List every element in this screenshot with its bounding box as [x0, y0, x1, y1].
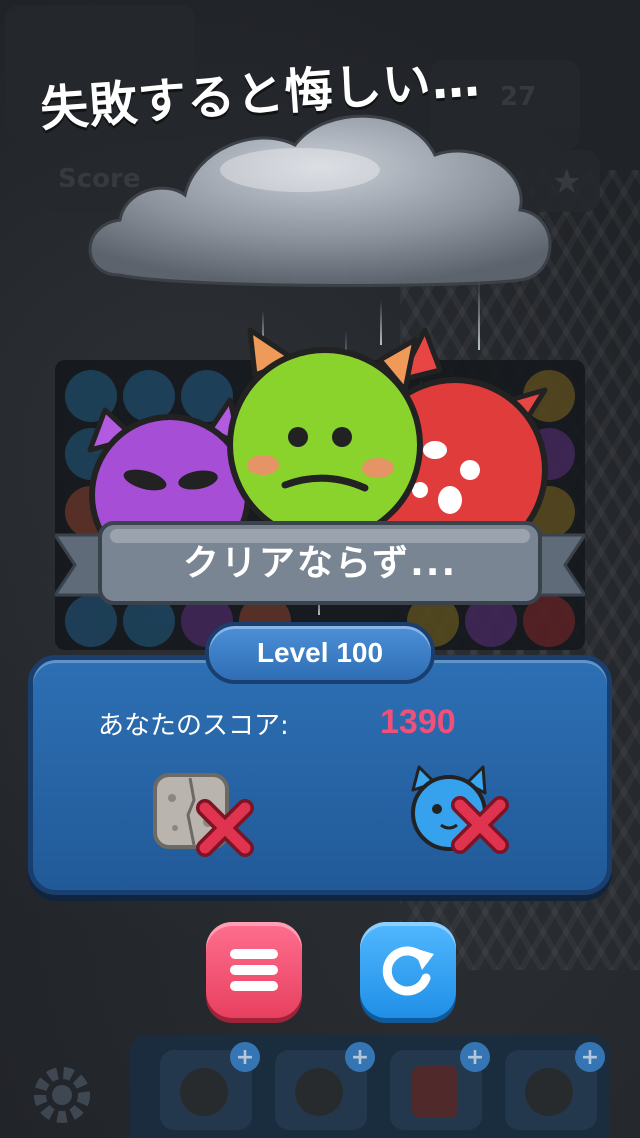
bomb-icon [295, 1068, 343, 1116]
dynamite-icon [412, 1066, 458, 1118]
goal-blue-cat-failed [411, 765, 509, 854]
score-value: 1390 [380, 703, 456, 741]
sad-monsters-group [87, 327, 548, 540]
menu-button[interactable] [206, 922, 302, 1018]
retry-button[interactable] [360, 922, 456, 1018]
score-label: あなたのスコア: [98, 711, 289, 741]
add-booster-icon[interactable]: + [460, 1042, 490, 1072]
add-booster-icon[interactable]: + [345, 1042, 375, 1072]
settings-gear-icon[interactable] [22, 1055, 102, 1135]
level-failed-banner-text: クリアならず... [182, 543, 458, 584]
menu-icon [230, 949, 278, 991]
booster-slot[interactable]: + [505, 1042, 605, 1130]
retry-icon [382, 946, 434, 996]
level-badge: Level 100 [205, 622, 435, 684]
booster-slot[interactable]: + [275, 1042, 375, 1130]
goal-stone-failed [153, 773, 254, 857]
add-booster-icon[interactable]: + [575, 1042, 605, 1072]
bomb-icon [180, 1068, 228, 1116]
booster-slot[interactable]: + [160, 1042, 260, 1130]
bomb-icon [525, 1068, 573, 1116]
result-panel [28, 655, 612, 895]
booster-slot[interactable]: + [390, 1042, 490, 1130]
add-booster-icon[interactable]: + [230, 1042, 260, 1072]
green-monster-icon [227, 327, 423, 540]
